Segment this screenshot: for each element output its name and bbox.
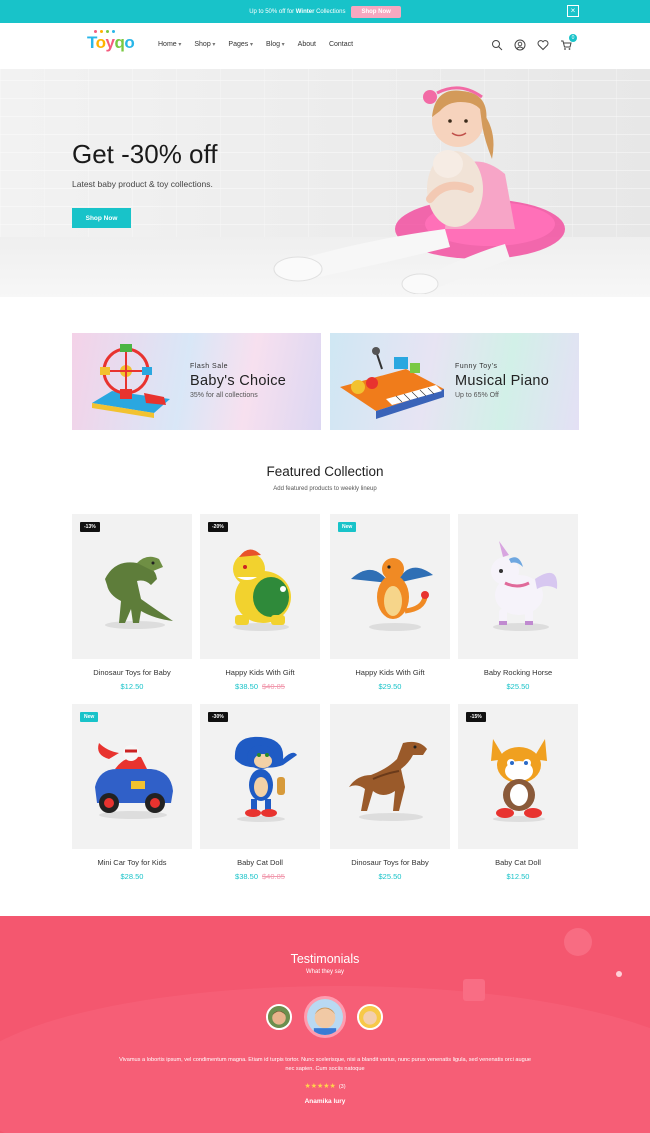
product-badge: New (80, 712, 99, 722)
nav-about[interactable]: About (298, 41, 316, 48)
main-nav: Home Shop Pages Blog About Contact (158, 41, 353, 48)
banner-babys-choice[interactable]: Flash Sale Baby's Choice 35% for all col… (72, 333, 321, 430)
product-price: $28.50 (72, 872, 192, 881)
current-price: $12.50 (120, 682, 144, 691)
product-name[interactable]: Dinosaur Toys for Baby (72, 668, 192, 677)
testimonials-section: Testimonials What they say Vivamus a lob… (0, 916, 650, 1133)
product-name[interactable]: Mini Car Toy for Kids (72, 858, 192, 867)
product-name[interactable]: Baby Cat Doll (458, 858, 578, 867)
close-icon[interactable]: × (567, 5, 579, 17)
banner-subtitle: 35% for all collections (190, 392, 258, 399)
product-name[interactable]: Happy Kids With Gift (200, 668, 320, 677)
product-card[interactable]: -20% Happy Kids With Gift $38.50 $40.85 (200, 514, 320, 691)
product-price: $38.50 $40.85 (200, 872, 320, 881)
product-image[interactable]: -15% (458, 704, 578, 849)
nav-contact[interactable]: Contact (329, 41, 353, 48)
product-card[interactable]: -30% Baby Cat Doll $38.50 $40.85 (200, 704, 320, 881)
piano-toy-image (340, 347, 444, 419)
product-badge: -20% (208, 522, 228, 532)
promo-shop-now-button[interactable]: Shop Now (351, 5, 401, 18)
nav-home[interactable]: Home (158, 41, 181, 48)
banner-kicker: Funny Toy's (455, 363, 498, 370)
promo-text: Up to 50% off for Winter Collections (249, 8, 346, 15)
banner-subtitle: Up to 65% Off (455, 392, 499, 399)
product-card[interactable]: -13% Dinosaur Toys for Baby $12.50 (72, 514, 192, 691)
current-price: $25.50 (506, 682, 530, 691)
product-price: $12.50 (72, 682, 192, 691)
featured-title: Featured Collection (266, 464, 384, 479)
current-price: $25.50 (378, 872, 402, 881)
product-card[interactable]: New Mini Car Toy for Kids $28.50 (72, 704, 192, 881)
avatar[interactable] (266, 1004, 292, 1030)
product-card[interactable]: Baby Rocking Horse $25.50 (458, 514, 578, 691)
ferris-wheel-toy-image (92, 344, 170, 418)
site-header: Toyqo Home Shop Pages Blog About Contact… (0, 23, 650, 69)
product-price: $12.50 (458, 872, 578, 881)
nav-pages[interactable]: Pages (228, 41, 253, 48)
product-badge: -30% (208, 712, 228, 722)
product-name[interactable]: Baby Cat Doll (200, 858, 320, 867)
banner-title: Musical Piano (455, 373, 550, 389)
decorative-square (463, 979, 485, 1001)
hero-girl-image (273, 86, 565, 294)
banner-title: Baby's Choice (190, 373, 287, 389)
avatar-active[interactable] (304, 996, 346, 1038)
heart-icon[interactable] (537, 39, 549, 51)
product-image[interactable] (458, 514, 578, 659)
user-icon[interactable] (514, 39, 526, 51)
rating-stars: ★★★★★ (3) (304, 1083, 346, 1090)
testimonial-quote: Vivamus a lobortis ipsum, vel condimentu… (119, 1057, 531, 1072)
hero-banner: Get -30% off Latest baby product & toy c… (0, 69, 650, 297)
old-price: $40.85 (262, 682, 285, 691)
product-badge: -15% (466, 712, 486, 722)
site-logo[interactable]: Toyqo (87, 33, 135, 53)
banner-kicker: Flash Sale (190, 363, 229, 370)
hero-subtitle: Latest baby product & toy collections. (72, 179, 213, 189)
current-price: $38.50 (235, 872, 258, 881)
product-image[interactable]: New (72, 704, 192, 849)
product-price: $29.50 (330, 682, 450, 691)
old-price: $40.85 (262, 872, 285, 881)
banner-musical-piano[interactable]: Funny Toy's Musical Piano Up to 65% Off (330, 333, 579, 430)
current-price: $28.50 (120, 872, 144, 881)
product-image[interactable] (330, 704, 450, 849)
hero-title: Get -30% off (72, 139, 218, 169)
testimonial-author: Anamika lury (304, 1098, 346, 1105)
cart-button[interactable]: 0 (560, 34, 577, 51)
current-price: $12.50 (506, 872, 530, 881)
product-name[interactable]: Baby Rocking Horse (458, 668, 578, 677)
featured-subtitle: Add featured products to weekly lineup (273, 486, 377, 492)
promo-bar: Up to 50% off for Winter Collections Sho… (0, 0, 650, 23)
product-price: $25.50 (330, 872, 450, 881)
product-image[interactable]: -30% (200, 704, 320, 849)
testimonials-subtitle: What they say (305, 969, 344, 975)
product-card[interactable]: New Happy Kids With Gift $29.50 (330, 514, 450, 691)
current-price: $38.50 (235, 682, 258, 691)
product-price: $25.50 (458, 682, 578, 691)
current-price: $29.50 (378, 682, 402, 691)
product-image[interactable]: -20% (200, 514, 320, 659)
product-card[interactable]: -15% Baby Cat Doll $12.50 (458, 704, 578, 881)
product-name[interactable]: Happy Kids With Gift (330, 668, 450, 677)
product-price: $38.50 $40.85 (200, 682, 320, 691)
hero-shop-now-button[interactable]: Shop Now (72, 208, 131, 228)
avatar[interactable] (357, 1004, 383, 1030)
nav-blog[interactable]: Blog (266, 41, 285, 48)
product-card[interactable]: Dinosaur Toys for Baby $25.50 (330, 704, 450, 881)
product-image[interactable]: New (330, 514, 450, 659)
nav-shop[interactable]: Shop (194, 41, 215, 48)
product-name[interactable]: Dinosaur Toys for Baby (330, 858, 450, 867)
product-badge: New (338, 522, 357, 532)
search-icon[interactable] (491, 39, 503, 51)
product-image[interactable]: -13% (72, 514, 192, 659)
testimonials-title: Testimonials (290, 952, 360, 966)
cart-count-badge: 0 (569, 34, 577, 42)
product-badge: -13% (80, 522, 100, 532)
header-icons: 0 (491, 34, 577, 51)
